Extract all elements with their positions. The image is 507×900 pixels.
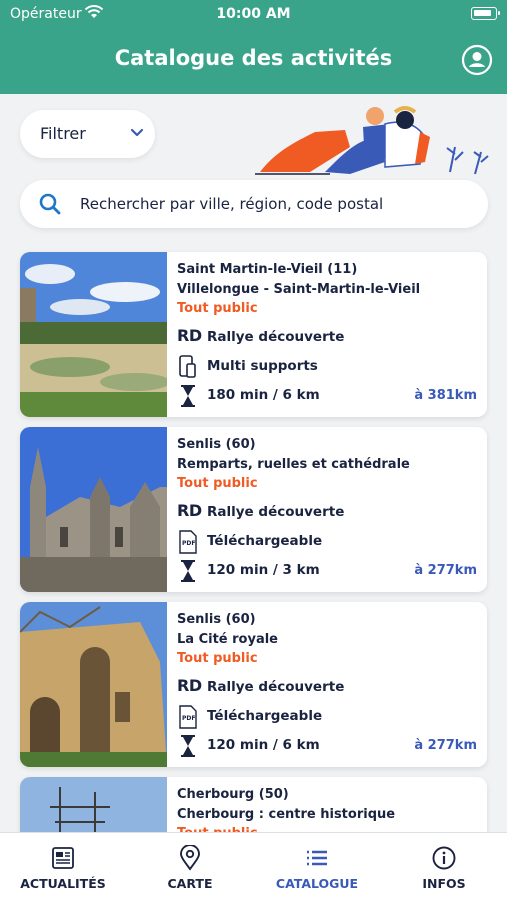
activity-route: La Cité royale (177, 632, 278, 647)
tab-label: Carte (167, 876, 213, 891)
activity-type: Rallye découverte (207, 504, 345, 520)
header-bar: Opérateur 10:00 AM Catalogue des activit… (0, 0, 507, 94)
activity-city: Senlis (60) (177, 437, 256, 452)
activity-distance: à 277km (414, 738, 477, 753)
filter-label: Filtrer (40, 124, 86, 143)
audience-label: Tout public (177, 476, 258, 491)
activity-card[interactable]: Senlis (60) Remparts, ruelles et cathédr… (20, 427, 487, 592)
audience-label: Tout public (177, 651, 258, 666)
page-title: Catalogue des activités (114, 46, 393, 70)
activity-photo (20, 252, 167, 417)
rallye-icon: RD (177, 326, 202, 345)
rallye-icon: RD (177, 501, 202, 520)
tab-label: Catalogue (275, 876, 359, 891)
activity-route: Villelongue - Saint-Martin-le-Vieil (177, 282, 421, 297)
people-illustration (255, 106, 489, 175)
info-icon (432, 846, 456, 870)
activity-city: Senlis (60) (177, 612, 256, 627)
audience-label: Tout public (177, 301, 258, 316)
pdf-icon: PDF (179, 530, 197, 554)
svg-text:PDF: PDF (182, 540, 195, 547)
map-pin-icon (180, 845, 200, 871)
activity-type: Rallye découverte (207, 679, 345, 695)
tab-label: Infos (422, 876, 466, 891)
activity-photo (20, 602, 167, 767)
activity-city: Cherbourg (50) (177, 787, 289, 802)
activity-duration: 120 min / 3 km (207, 562, 320, 578)
hourglass-icon (181, 560, 195, 582)
activity-distance: à 381km (414, 388, 477, 403)
activity-duration: 180 min / 6 km (207, 387, 320, 403)
hourglass-icon (181, 385, 195, 407)
status-bar: Opérateur 10:00 AM (0, 0, 507, 28)
activity-distance: à 277km (414, 563, 477, 578)
activity-duration: 120 min / 6 km (207, 737, 320, 753)
activity-route: Remparts, ruelles et cathédrale (177, 457, 410, 472)
pdf-icon: PDF (179, 705, 197, 729)
activity-type: Rallye découverte (207, 329, 345, 345)
tab-infos[interactable]: Infos (381, 833, 507, 900)
tab-actualites[interactable]: Actualités (0, 833, 126, 900)
list-icon (307, 850, 327, 866)
hourglass-icon (181, 735, 195, 757)
svg-text:PDF: PDF (182, 715, 195, 722)
activity-support: Téléchargeable (207, 708, 323, 724)
filter-button[interactable]: Filtrer (20, 110, 155, 158)
activity-city: Saint Martin-le-Vieil (11) (177, 262, 358, 277)
search-bar[interactable]: Rechercher par ville, région, code posta… (20, 180, 488, 228)
activity-photo (20, 427, 167, 592)
phone-icon (179, 355, 196, 378)
chevron-down-icon (130, 128, 144, 137)
activity-card[interactable]: Senlis (60) La Cité royale Tout public R… (20, 602, 487, 767)
news-icon (52, 847, 74, 869)
tab-carte[interactable]: Carte (127, 833, 253, 900)
clock: 10:00 AM (216, 6, 291, 22)
battery-icon (471, 7, 500, 20)
tab-catalogue[interactable]: Catalogue (254, 833, 380, 900)
search-icon (39, 193, 61, 215)
search-input[interactable]: Rechercher par ville, région, code posta… (80, 195, 383, 213)
tab-label: Actualités (20, 876, 106, 891)
activity-route: Cherbourg : centre historique (177, 807, 396, 822)
profile-icon[interactable] (461, 44, 493, 76)
tab-bar: Actualités Carte Catalogue Infos (0, 832, 507, 900)
activity-card[interactable]: Saint Martin-le-Vieil (11) Villelongue -… (20, 252, 487, 417)
rallye-icon: RD (177, 676, 202, 695)
activity-support: Téléchargeable (207, 533, 323, 549)
activity-support: Multi supports (207, 358, 318, 374)
